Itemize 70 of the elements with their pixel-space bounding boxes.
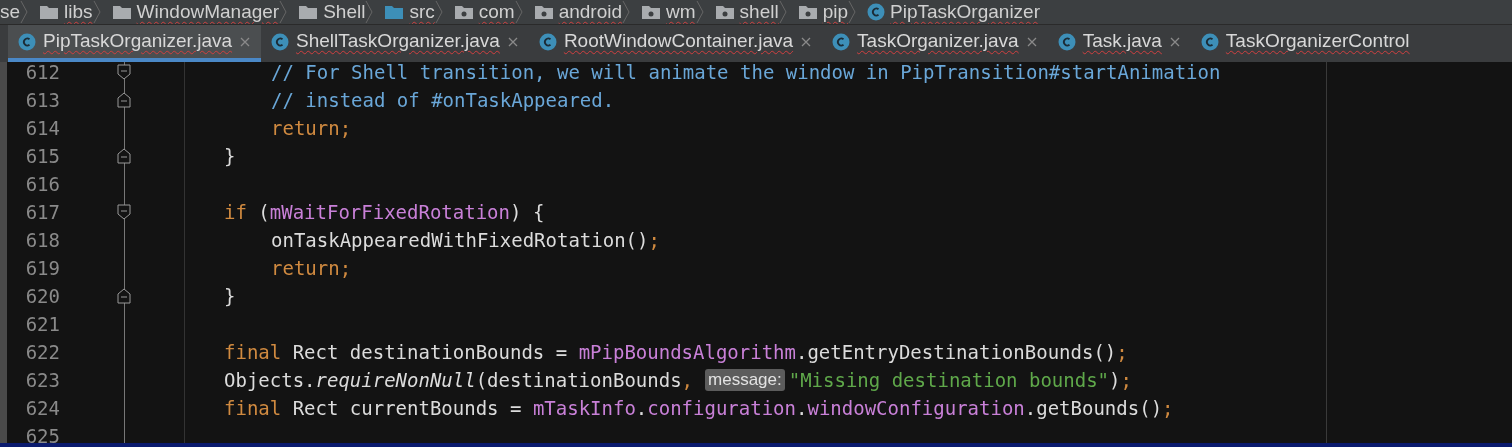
editor-tab[interactable]: TaskOrganizerControl: [1190, 25, 1420, 62]
class-icon: [538, 32, 557, 51]
package-icon: [797, 4, 818, 20]
breadcrumb-item[interactable]: WindowManager: [136, 1, 280, 23]
package-icon: [641, 4, 662, 20]
class-icon: [867, 3, 886, 21]
line-number: 616: [24, 171, 60, 197]
line-number: 618: [24, 227, 60, 253]
code-text: if (mWaitForFixedRotation) {: [224, 199, 545, 225]
class-icon: [271, 32, 290, 51]
class-icon: [1057, 32, 1076, 51]
editor-tab[interactable]: ShellTaskOrganizer.java: [261, 25, 529, 62]
chevron-icon: [514, 0, 523, 24]
breadcrumb-item[interactable]: src: [409, 1, 435, 23]
breadcrumb-item[interactable]: Shell: [323, 1, 366, 23]
code-text: final Rect currentBounds = mTaskInfo.configuration.windowConfiguration.getBounds();: [224, 395, 1174, 421]
chevron-icon: [695, 0, 704, 24]
line-number: 613: [24, 87, 60, 113]
package-icon: [453, 4, 474, 20]
code-text: return;: [271, 255, 352, 281]
chevron-icon: [848, 0, 857, 24]
code-text: }: [224, 143, 236, 169]
line-number: 619: [24, 255, 60, 281]
editor-tab[interactable]: TaskOrganizer.java: [822, 25, 1048, 62]
breadcrumb-item[interactable]: pip: [822, 1, 849, 23]
breadcrumb-item[interactable]: wm: [666, 1, 696, 23]
chevron-icon: [279, 0, 288, 24]
line-number: 617: [24, 199, 60, 225]
line-number: 623: [24, 367, 60, 393]
code-text: Objects.requireNonNull(destinationBounds,: [224, 367, 694, 393]
breadcrumb-item[interactable]: android: [558, 1, 623, 23]
breadcrumb-item[interactable]: libs: [64, 1, 93, 23]
line-number: 612: [24, 62, 60, 85]
chevron-icon: [622, 0, 631, 24]
code-text: }: [224, 283, 236, 309]
line-number: 620: [24, 283, 60, 309]
line-number: 621: [24, 311, 60, 337]
folder-icon: [298, 4, 319, 20]
folder-icon: [384, 4, 405, 20]
breadcrumb-item[interactable]: shell: [739, 1, 779, 23]
code-text: // instead of #onTaskAppeared.: [271, 87, 615, 113]
breadcrumb-item[interactable]: PipTaskOrganizer: [890, 1, 1040, 23]
folder-icon: [39, 4, 60, 20]
chevron-icon: [365, 0, 374, 24]
code-text: // For Shell transition, we will animate the window in PipTransition#startAnimation: [271, 62, 1221, 85]
chevron-icon: [434, 0, 443, 24]
line-number: 614: [24, 115, 60, 141]
line-number: 622: [24, 339, 60, 365]
code-text: return;: [271, 115, 352, 141]
package-icon: [714, 4, 735, 20]
editor-tab[interactable]: PipTaskOrganizer.java: [8, 25, 262, 62]
line-number: 615: [24, 143, 60, 169]
parameter-hint: message:: [705, 369, 785, 391]
breadcrumb-item[interactable]: se: [0, 1, 21, 23]
breadcrumb-item[interactable]: com: [478, 1, 515, 23]
chevron-icon: [778, 0, 787, 24]
line-number: 624: [24, 395, 60, 421]
chevron-icon: [92, 0, 101, 24]
editor-tab[interactable]: Task.java: [1047, 25, 1191, 62]
chevron-icon: [20, 0, 29, 24]
line-number: 625: [24, 423, 60, 447]
code-text: final Rect destinationBounds = mPipBoundsAlgorithm.getEntryDestinationBounds();: [224, 339, 1128, 365]
code-text: onTaskAppearedWithFixedRotation();: [271, 227, 660, 253]
package-icon: [533, 4, 554, 20]
class-icon: [1200, 32, 1219, 51]
editor-tab[interactable]: RootWindowContainer.java: [528, 25, 823, 62]
folder-icon: [111, 4, 132, 20]
code-text: "Missing destination bounds");: [788, 367, 1132, 393]
class-icon: [18, 32, 36, 51]
class-icon: [832, 32, 851, 51]
